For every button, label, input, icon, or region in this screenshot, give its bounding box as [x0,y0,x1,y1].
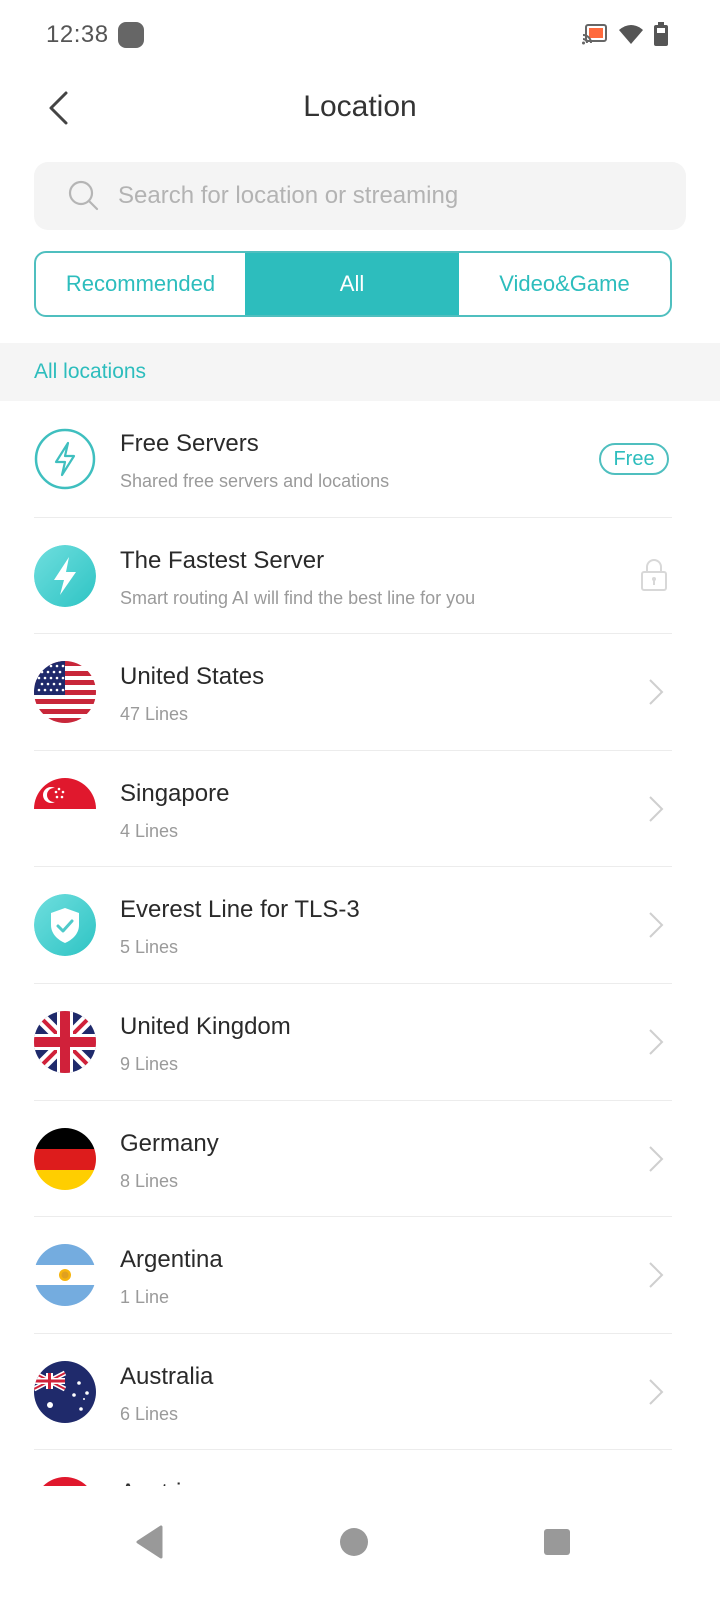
page-title: Location [303,90,417,123]
item-subtitle: 6 Lines [120,1403,179,1424]
lightning-outline-icon [34,428,96,490]
search-box[interactable] [34,162,686,230]
item-title: United Kingdom [120,1012,291,1040]
shield-check-icon [34,894,96,957]
flag-ar-icon [34,1244,96,1307]
item-title: Germany [120,1129,219,1157]
cast-icon [582,24,607,45]
flag-at-icon [34,1477,96,1486]
chevron-right-icon [649,796,664,822]
system-nav-bar [0,1486,720,1600]
list-item-australia[interactable]: Australia 6 Lines [0,1334,720,1451]
flag-sg-icon [34,777,96,840]
item-title: Singapore [120,779,230,807]
item-subtitle: 1 Line [120,1287,170,1308]
status-icons [582,22,668,46]
chevron-right-icon [649,1145,664,1172]
app-header: Location [0,70,720,150]
tab-recommended[interactable]: Recommended [36,253,245,315]
nav-recents-button[interactable] [527,1512,587,1572]
search-icon [68,180,99,211]
item-title: The Fastest Server [120,546,325,574]
location-list: Free Servers Shared free servers and loc… [0,401,720,1486]
list-item-austria[interactable]: Austria [0,1450,720,1486]
notification-icon [118,22,144,48]
back-nav-icon [136,1525,163,1559]
item-title: Argentina [120,1246,223,1274]
recents-nav-icon [544,1529,570,1555]
lock-icon [641,558,667,591]
chevron-right-icon [649,679,664,705]
list-item-fastest-server[interactable]: The Fastest Server Smart routing AI will… [0,518,720,635]
search-input[interactable] [118,182,638,210]
item-title: United States [120,663,265,691]
tab-video-game[interactable]: Video&Game [459,253,670,315]
item-subtitle: Shared free servers and locations [120,471,390,491]
chevron-right-icon [649,1379,664,1405]
lightning-filled-icon [34,544,96,607]
chevron-right-icon [649,912,664,939]
nav-back-button[interactable] [120,1512,180,1572]
battery-icon [654,22,668,46]
section-header: All locations [0,343,720,401]
chevron-right-icon [649,1262,664,1288]
item-subtitle: 4 Lines [120,820,179,841]
item-subtitle: 8 Lines [120,1170,179,1191]
list-item-germany[interactable]: Germany 8 Lines [0,1101,720,1218]
flag-au-icon [34,1360,96,1423]
status-time: 12:38 [46,21,109,48]
item-subtitle: 9 Lines [120,1053,179,1074]
item-title: Everest Line for TLS-3 [120,896,360,924]
item-subtitle: 47 Lines [120,704,189,725]
item-subtitle: Smart routing AI will find the best line… [120,587,476,608]
list-item-united-kingdom[interactable]: United Kingdom 9 Lines [0,984,720,1101]
item-subtitle: 5 Lines [120,937,179,958]
tab-all[interactable]: All [245,253,459,315]
list-item-everest-line[interactable]: Everest Line for TLS-3 5 Lines [0,867,720,984]
item-title: Free Servers [120,430,259,457]
item-title: Austria [120,1479,195,1486]
section-label: All locations [34,360,147,383]
status-bar: 12:38 [0,0,720,70]
list-item-united-states[interactable]: United States 47 Lines [0,634,720,751]
list-item-argentina[interactable]: Argentina 1 Line [0,1217,720,1334]
wifi-icon [619,25,643,44]
list-item-free-servers[interactable]: Free Servers Shared free servers and loc… [0,401,720,518]
flag-de-icon [34,1127,96,1190]
flag-uk-icon [34,1010,96,1073]
location-tabs: Recommended All Video&Game [34,251,672,317]
chevron-right-icon [649,1029,664,1055]
item-title: Australia [120,1362,214,1390]
free-badge: Free [599,443,669,475]
home-nav-icon [340,1528,368,1556]
list-item-singapore[interactable]: Singapore 4 Lines [0,751,720,868]
flag-us-icon [34,661,96,724]
nav-home-button[interactable] [324,1512,384,1572]
